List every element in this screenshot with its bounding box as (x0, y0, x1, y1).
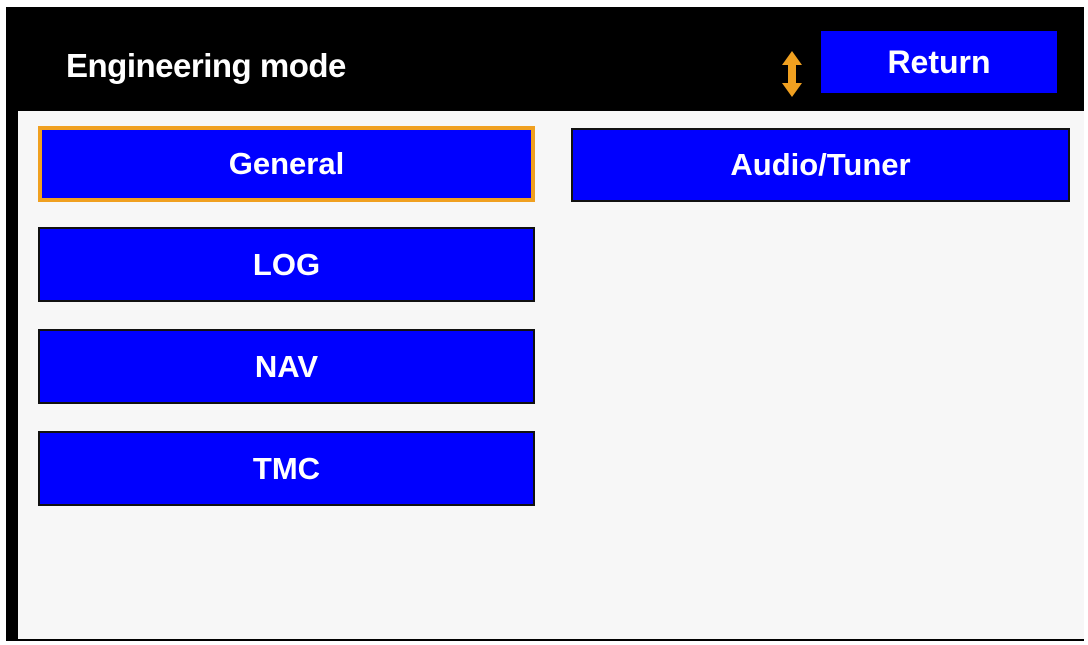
up-down-arrow-icon (782, 51, 802, 97)
menu-item-log[interactable]: LOG (38, 227, 535, 302)
menu-item-nav[interactable]: NAV (38, 329, 535, 404)
menu-item-label: Audio/Tuner (730, 147, 911, 182)
menu-item-label: TMC (252, 450, 321, 486)
engineering-mode-screen: Engineering mode Return General LOG NAV … (6, 7, 1084, 641)
menu-item-tmc[interactable]: TMC (38, 431, 535, 506)
return-button[interactable]: Return (821, 31, 1057, 93)
menu-item-general[interactable]: General (38, 126, 535, 202)
header-bar: Engineering mode Return (6, 7, 1084, 110)
return-button-label: Return (887, 43, 991, 80)
menu-item-audio-tuner[interactable]: Audio/Tuner (571, 128, 1070, 202)
page-title: Engineering mode (66, 47, 346, 84)
menu-item-label: LOG (252, 246, 321, 282)
menu-item-label: General (228, 146, 345, 181)
menu-panel: General LOG NAV TMC Audio/Tuner (18, 111, 1084, 639)
menu-item-label: NAV (254, 348, 319, 384)
